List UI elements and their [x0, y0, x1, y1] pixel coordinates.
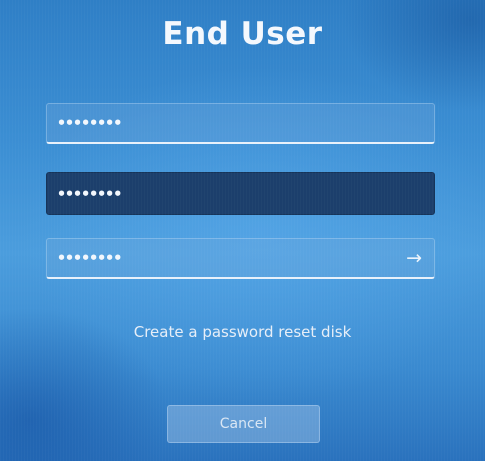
new-password-field[interactable]: •••••••• — [46, 172, 435, 215]
confirm-password-field[interactable]: •••••••• → — [46, 238, 435, 279]
lock-screen: End User •••••••• •••••••• •••••••• → Cr… — [0, 0, 485, 461]
old-password-field[interactable]: •••••••• — [46, 103, 435, 144]
cancel-button[interactable]: Cancel — [167, 405, 320, 443]
old-password-value: •••••••• — [57, 114, 122, 132]
arrow-right-icon[interactable]: → — [406, 248, 422, 268]
account-name: End User — [162, 16, 323, 52]
create-reset-disk-link[interactable]: Create a password reset disk — [0, 323, 485, 341]
confirm-password-value: •••••••• — [57, 249, 122, 267]
new-password-value: •••••••• — [57, 184, 122, 203]
